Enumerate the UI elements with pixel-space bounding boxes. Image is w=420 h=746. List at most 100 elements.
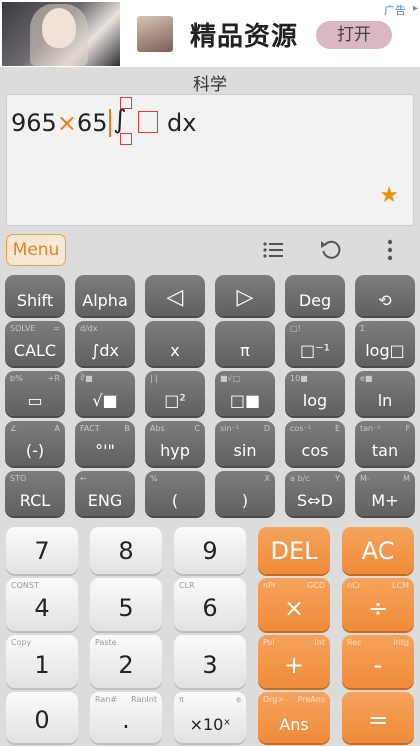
- key-alpha-label: RanInt: [131, 695, 157, 704]
- key-tan[interactable]: tan⁻¹ Ftan: [355, 421, 415, 466]
- integrand-placeholder[interactable]: [138, 111, 158, 133]
- lower-limit-placeholder[interactable]: [120, 133, 132, 145]
- key-log[interactable]: 10■ log: [285, 371, 345, 416]
- key-divide[interactable]: nCr LCM ÷: [342, 578, 414, 631]
- ad-image[interactable]: [2, 2, 120, 66]
- key-label: RCL: [19, 491, 51, 510]
- key-right-arrow[interactable]: ▷: [215, 275, 275, 316]
- key-label: ×: [283, 594, 305, 622]
- key-shift[interactable]: Shift: [5, 275, 65, 316]
- key-exp10[interactable]: π e ×10ˣ: [174, 692, 246, 743]
- key-label: tan: [371, 441, 399, 460]
- key-secondary-label: Σ: [360, 324, 366, 333]
- key-m-plus[interactable]: M- M M+: [355, 471, 415, 516]
- key-left-arrow[interactable]: ◁: [145, 275, 205, 316]
- star-icon[interactable]: ★: [379, 183, 399, 208]
- key-secondary-label: ■√□: [220, 374, 241, 383]
- key-ac[interactable]: AC: [342, 527, 414, 574]
- key-alpha-label: A: [54, 424, 60, 433]
- ad-close-icon[interactable]: ▸: [413, 3, 418, 14]
- key-3[interactable]: 3: [174, 635, 246, 688]
- toolbar: Menu: [0, 230, 420, 270]
- key-secondary-label: b%: [10, 374, 23, 383]
- key-4[interactable]: CONST 4: [6, 578, 78, 631]
- key-x[interactable]: x: [145, 321, 205, 366]
- key-minus[interactable]: Rec Intg -: [342, 635, 414, 688]
- key-close-paren[interactable]: X): [215, 471, 275, 516]
- key-1[interactable]: Copy 1: [6, 635, 78, 688]
- key-decimal[interactable]: Ran# RanInt.: [90, 692, 162, 743]
- key-label: -: [373, 651, 383, 679]
- key-0[interactable]: 0: [6, 692, 78, 743]
- key-9[interactable]: 9: [174, 527, 246, 574]
- key-alpha-label: E: [334, 424, 340, 433]
- ad-open-button[interactable]: 打开: [316, 21, 392, 49]
- key-label: ln: [377, 391, 393, 410]
- key-power[interactable]: ■√□ □■: [215, 371, 275, 416]
- key-alpha[interactable]: Alpha: [75, 275, 135, 316]
- key-label: log□: [365, 341, 405, 360]
- menu-button[interactable]: Menu: [6, 234, 66, 266]
- key-label: DEL: [270, 537, 318, 565]
- key-8[interactable]: 8: [90, 527, 162, 574]
- key-secondary-label: tan⁻¹: [360, 424, 381, 433]
- key-label: Shift: [16, 291, 54, 310]
- key-pi[interactable]: π: [215, 321, 275, 366]
- key-degree[interactable]: FACT B °'": [75, 421, 135, 466]
- key-7[interactable]: 7: [6, 527, 78, 574]
- key-label: ENG: [87, 491, 123, 510]
- key-deg[interactable]: Deg: [285, 275, 345, 316]
- key-label: ÷: [367, 594, 389, 622]
- key-secondary-label: Pol: [263, 638, 275, 647]
- upper-limit-placeholder[interactable]: [120, 97, 132, 109]
- key-secondary-label: FACT: [80, 424, 100, 433]
- key-sin[interactable]: sin⁻¹ Dsin: [215, 421, 275, 466]
- mode-label: 科学: [193, 75, 227, 95]
- more-vertical-icon[interactable]: [374, 234, 406, 266]
- key-label: hyp: [160, 441, 190, 460]
- key-hyp[interactable]: Abs Chyp: [145, 421, 205, 466]
- ad-title[interactable]: 精品资源: [190, 16, 298, 53]
- key-alpha-label: Int: [314, 638, 325, 647]
- key-cos[interactable]: cos⁻¹ Ecos: [285, 421, 345, 466]
- calculator-display[interactable]: 965×65 ∫ dx ★: [6, 94, 414, 226]
- key-eng[interactable]: ← ENG: [75, 471, 135, 516]
- key-rcl[interactable]: STO RCL: [5, 471, 65, 516]
- key-equals[interactable]: =: [342, 692, 414, 743]
- key-label: 1: [34, 651, 50, 679]
- key-label: +: [283, 651, 305, 679]
- undo-icon[interactable]: [315, 234, 347, 266]
- key-log-base[interactable]: Σlog□: [355, 321, 415, 366]
- key-secondary-label: ∛■: [80, 374, 93, 383]
- key-ans[interactable]: Drg> PreAns Ans: [258, 692, 330, 743]
- key-secondary-label: nPr: [263, 581, 277, 590]
- key-fraction[interactable]: b% ÷R ▭: [5, 371, 65, 416]
- key-del[interactable]: DEL: [258, 527, 330, 574]
- key-calc[interactable]: SOLVE = CALC: [5, 321, 65, 366]
- key-plus[interactable]: Pol Int +: [258, 635, 330, 688]
- key-multiply[interactable]: nPr GCD ×: [258, 578, 330, 631]
- list-icon[interactable]: [257, 234, 289, 266]
- key-s-d[interactable]: a b/c Y S⇔D: [285, 471, 345, 516]
- key-secondary-label: 10■: [290, 374, 308, 383]
- key-6[interactable]: CLR 6: [174, 578, 246, 631]
- key-label: □⁻¹: [300, 341, 330, 360]
- ad-banner[interactable]: 精品资源 打开 广告 ▸: [0, 0, 420, 68]
- key-5[interactable]: 5: [90, 578, 162, 631]
- key-2[interactable]: Paste 2: [90, 635, 162, 688]
- key-square[interactable]: | | □²: [145, 371, 205, 416]
- key-label: 8: [118, 537, 134, 565]
- text-cursor: [109, 109, 111, 137]
- key-history[interactable]: ⟲: [355, 275, 415, 316]
- key-label: x: [170, 341, 180, 360]
- key-integral[interactable]: d/dx ∫dx: [75, 321, 135, 366]
- key-negative[interactable]: ∠ A (-): [5, 421, 65, 466]
- key-label: 2: [118, 651, 134, 679]
- key-sqrt[interactable]: ∛■ √■: [75, 371, 135, 416]
- expression: 965×65: [11, 109, 107, 137]
- key-secondary-label: cos⁻¹: [290, 424, 311, 433]
- key-open-paren[interactable]: %(: [145, 471, 205, 516]
- expr-right: 65: [76, 109, 108, 137]
- key-ln[interactable]: e■ ln: [355, 371, 415, 416]
- key-reciprocal[interactable]: □! □⁻¹: [285, 321, 345, 366]
